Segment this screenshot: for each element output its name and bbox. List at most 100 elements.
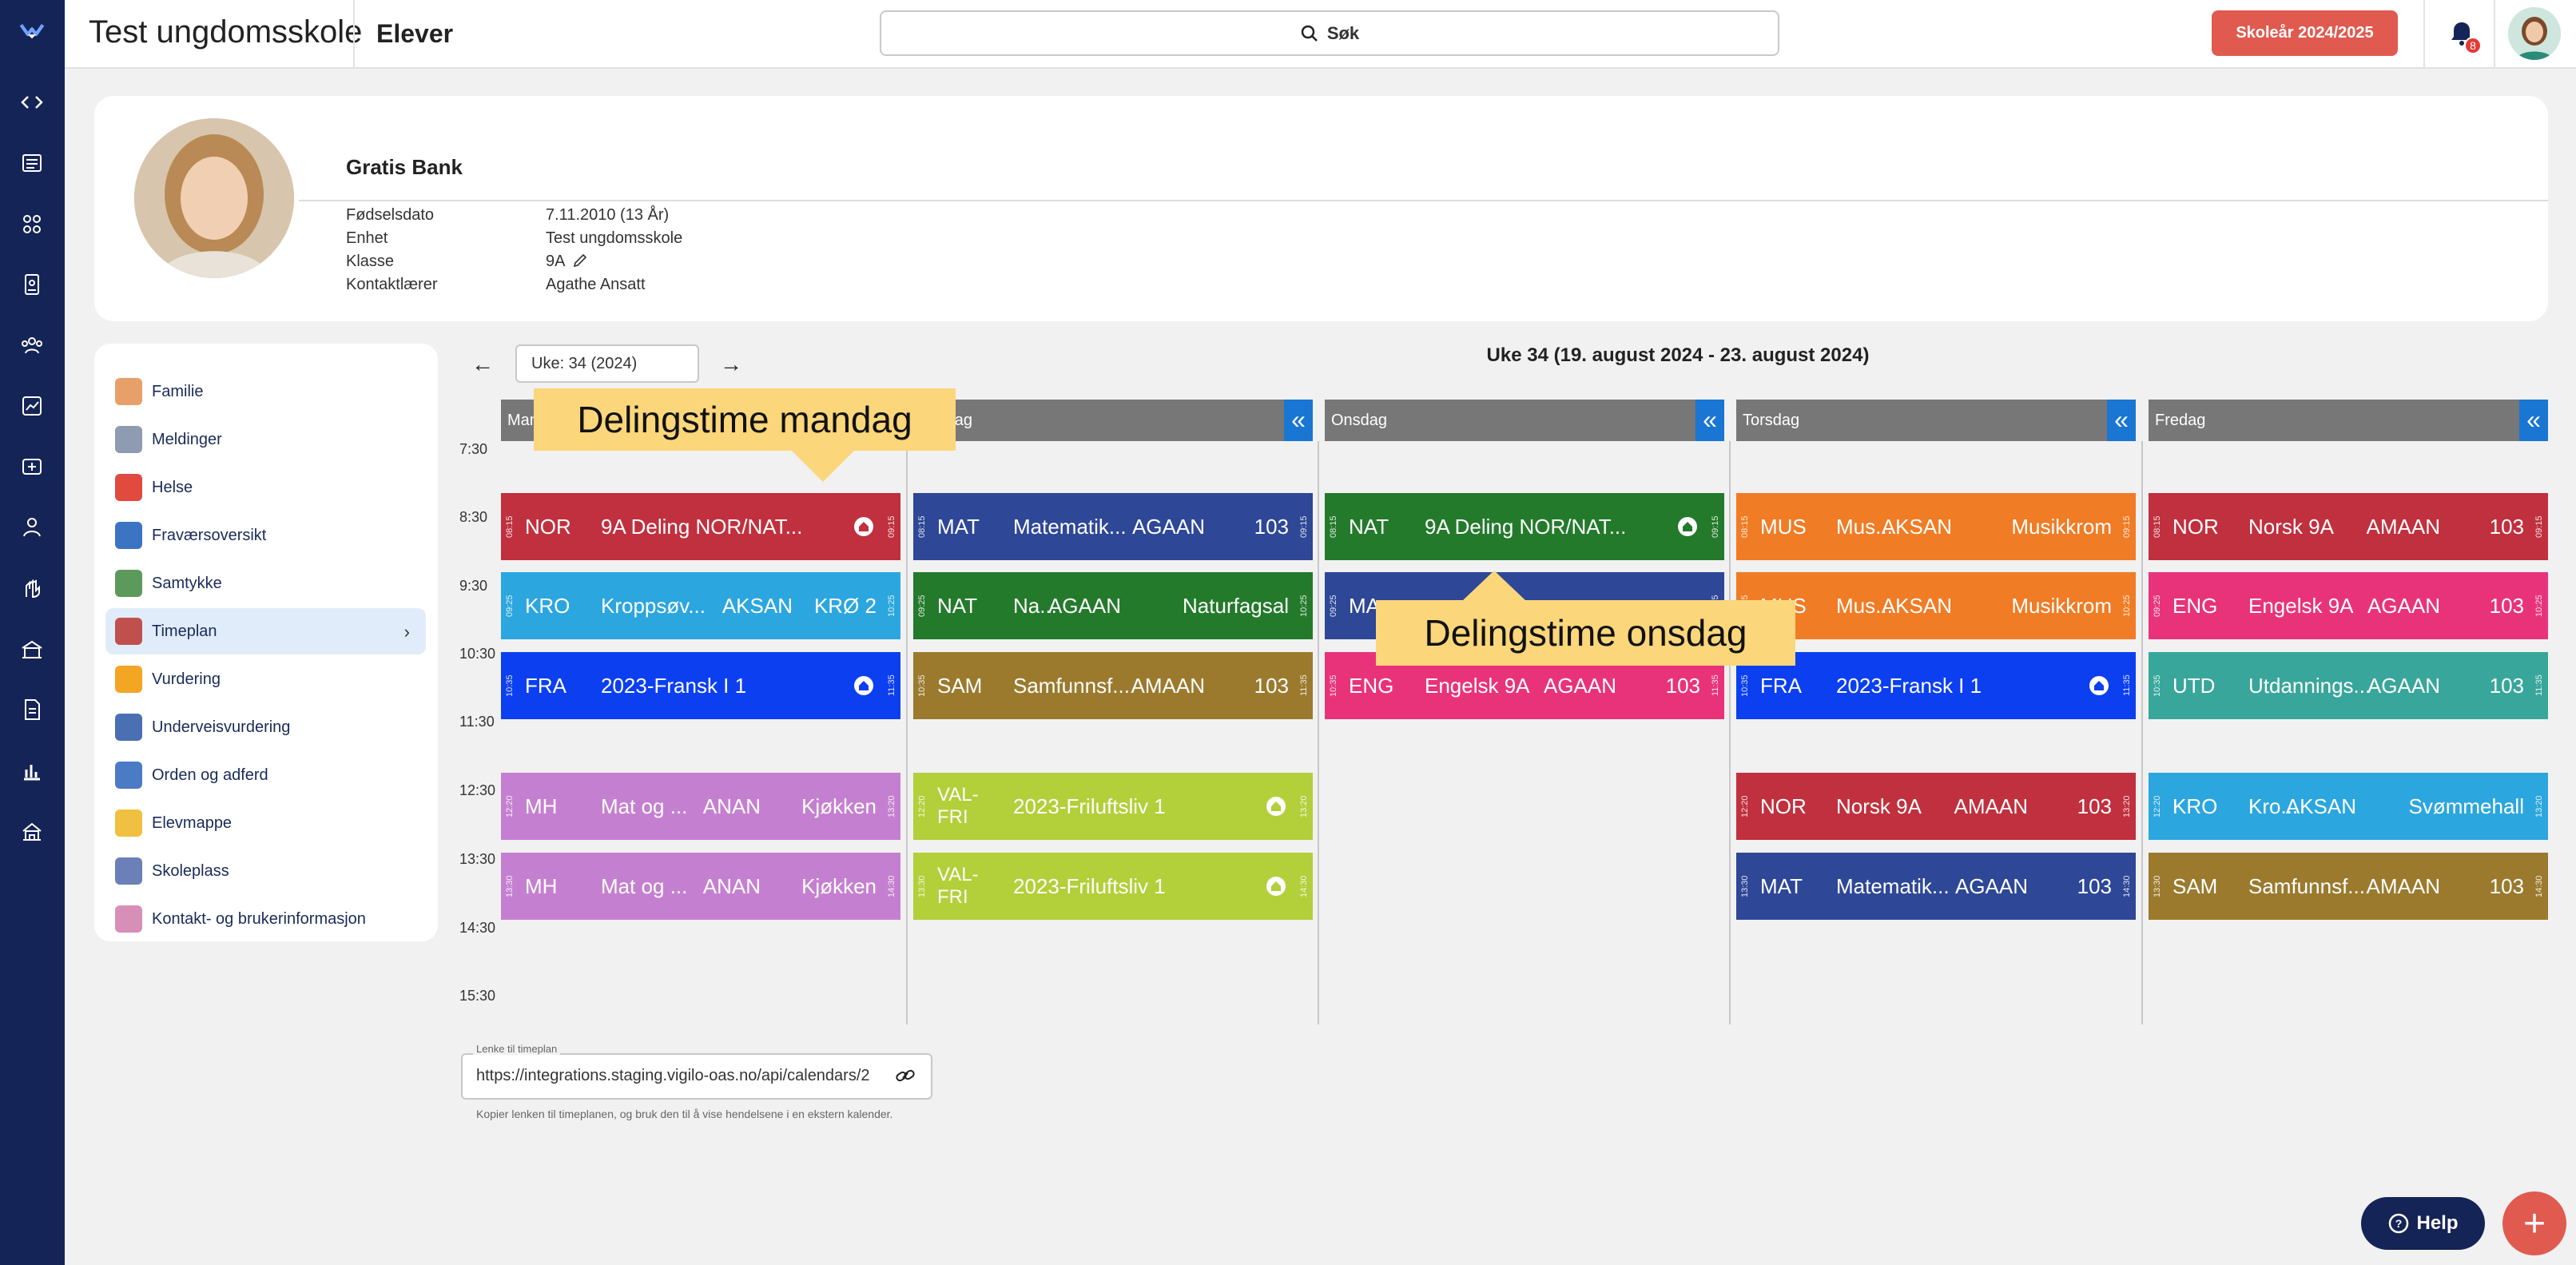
- menu-item-folder[interactable]: Elevmappe: [105, 800, 426, 846]
- lesson-block[interactable]: 09:25 10:25 KRO Kroppsøv... AKSAN KRØ 2: [501, 572, 900, 639]
- lesson-subject-code: SAM: [2173, 873, 2218, 898]
- menu-item-label: Skoleplass: [152, 861, 229, 880]
- health-rail-icon[interactable]: [16, 451, 48, 483]
- class-label: Klasse: [346, 253, 395, 270]
- menu-item-consent[interactable]: Samtykke: [105, 560, 426, 607]
- lesson-start-time: 10:35: [505, 674, 515, 697]
- lesson-block[interactable]: 12:20 13:20 KRO Kro... AKSAN Svømmehall: [2149, 773, 2548, 840]
- lesson-block[interactable]: 13:30 14:30 VAL-FRI 2023-Friluftsliv 1: [913, 853, 1313, 920]
- lesson-block[interactable]: 10:35 11:35 UTD Utdannings... AGAAN 103: [2149, 652, 2548, 719]
- menu-item-schedule[interactable]: Timeplan ›: [105, 608, 426, 654]
- collapse-day-icon[interactable]: «: [1695, 400, 1724, 441]
- lesson-block[interactable]: 13:30 14:30 MH Mat og ... ANAN Kjøkken: [501, 853, 900, 920]
- lesson-block[interactable]: 10:35 11:35 FRA 2023-Fransk I 1: [501, 652, 900, 719]
- user-avatar[interactable]: [2508, 7, 2561, 60]
- folder-icon: [115, 810, 142, 837]
- lesson-block[interactable]: 13:30 14:30 SAM Samfunnsf... AMAAN 103: [2149, 853, 2548, 920]
- student-photo: [134, 118, 294, 278]
- previous-week-arrow-icon[interactable]: ←: [467, 348, 499, 380]
- lesson-start-time: 08:15: [505, 515, 515, 538]
- lesson-end-time: 11:35: [2122, 674, 2132, 697]
- lesson-teacher: AMAAN: [1954, 794, 2028, 818]
- lesson-block[interactable]: 12:20 13:20 MH Mat og ... ANAN Kjøkken: [501, 773, 900, 840]
- menu-item-health[interactable]: Helse: [105, 464, 426, 511]
- add-fab-button[interactable]: +: [2502, 1191, 2566, 1255]
- lesson-room: 103: [2489, 673, 2524, 698]
- menu-item-school-place[interactable]: Skoleplass: [105, 848, 426, 894]
- statistics-icon[interactable]: [16, 754, 48, 786]
- lesson-block[interactable]: 08:15 09:15 MAT Matematik... AGAAN 103: [913, 493, 1313, 560]
- lesson-teacher: AGAAN: [1954, 873, 2028, 898]
- lesson-name: Engelsk 9A: [2248, 593, 2354, 618]
- lesson-block[interactable]: 12:20 13:20 VAL-FRI 2023-Friluftsliv 1: [913, 773, 1313, 840]
- day-header-onsdag: Onsdag: [1325, 400, 1695, 441]
- school-year-button[interactable]: Skoleår 2024/2025: [2212, 10, 2398, 56]
- lesson-subject-code: MUS: [1760, 514, 1807, 539]
- news-icon[interactable]: [16, 147, 48, 179]
- week-select-input[interactable]: Uke: 34 (2024): [515, 344, 699, 383]
- callout-wednesday-shared-lesson: Delingstime onsdag: [1376, 600, 1795, 666]
- next-week-arrow-icon[interactable]: →: [715, 348, 747, 380]
- search-input[interactable]: Søk: [880, 10, 1779, 56]
- lesson-block[interactable]: 09:25 10:25 ENG Engelsk 9A AGAAN 103: [2149, 572, 2548, 639]
- menu-item-assessment[interactable]: Underveisvurdering: [105, 704, 426, 750]
- lesson-block[interactable]: 08:15 09:15 NOR Norsk 9A AMAAN 103: [2149, 493, 2548, 560]
- lesson-block[interactable]: 08:15 09:15 NOR 9A Deling NOR/NAT...: [501, 493, 900, 560]
- lesson-start-time: 13:30: [1740, 875, 1750, 897]
- callout-wednesday-pointer: [1462, 571, 1526, 601]
- lesson-block[interactable]: 13:30 14:30 MAT Matematik... AGAAN 103: [1736, 853, 2136, 920]
- menu-item-label: Underveisvurdering: [152, 718, 291, 736]
- collapse-day-icon[interactable]: «: [2107, 400, 2136, 441]
- vigilo-logo-icon[interactable]: [16, 14, 48, 46]
- lesson-end-time: 10:25: [2122, 595, 2132, 617]
- lesson-name: 9A Deling NOR/NAT...: [601, 514, 803, 539]
- lesson-block[interactable]: 12:20 13:20 NOR Norsk 9A AMAAN 103: [1736, 773, 2136, 840]
- class-value-text: 9A: [546, 253, 565, 270]
- user-settings-icon[interactable]: [16, 511, 48, 543]
- lesson-name: Norsk 9A: [2248, 514, 2334, 539]
- lesson-end-time: 09:15: [2534, 515, 2544, 538]
- search-label: Søk: [1326, 22, 1360, 43]
- conduct-icon: [115, 762, 142, 789]
- lesson-block[interactable]: 10:35 11:35 SAM Samfunnsf... AMAAN 103: [913, 652, 1313, 719]
- collapse-day-icon[interactable]: «: [2519, 400, 2548, 441]
- document-icon[interactable]: [16, 694, 48, 726]
- organization-icon[interactable]: [16, 815, 48, 847]
- lesson-end-time: 09:15: [887, 515, 896, 538]
- menu-item-conduct[interactable]: Orden og adferd: [105, 752, 426, 798]
- badge-icon[interactable]: [16, 269, 48, 300]
- lesson-block[interactable]: 09:2510:25MUSMus...AKSANMusikkrom: [1736, 572, 2136, 639]
- menu-item-family[interactable]: Familie: [105, 368, 426, 415]
- help-button[interactable]: ? Help: [2361, 1197, 2485, 1250]
- edit-pencil-icon[interactable]: [572, 253, 588, 269]
- lesson-subject-code: NOR: [1760, 794, 1807, 818]
- help-question-icon: ?: [2389, 1213, 2409, 1234]
- menu-item-contact-info[interactable]: Kontakt- og brukerinformasjon: [105, 896, 426, 942]
- lesson-block[interactable]: 09:25 10:25 NAT Na... AGAAN Naturfagsal: [913, 572, 1313, 639]
- menu-item-award[interactable]: Vurdering: [105, 656, 426, 702]
- lesson-block[interactable]: 08:15 09:15 MUS Mus... AKSAN Musikkrom: [1736, 493, 2136, 560]
- school-icon[interactable]: [16, 633, 48, 665]
- reports-icon[interactable]: [16, 390, 48, 422]
- menu-item-label: Fraværsoversikt: [152, 526, 267, 544]
- student-name: Gratis Bank: [346, 155, 463, 179]
- lesson-block[interactable]: 08:15 09:15 NAT 9A Deling NOR/NAT...: [1325, 493, 1724, 560]
- lesson-end-time: 11:35: [1299, 674, 1309, 697]
- lesson-teacher: ANAN: [702, 873, 761, 898]
- lesson-subject-code: VAL-FRI: [937, 784, 979, 828]
- svg-text:?: ?: [2395, 1217, 2403, 1230]
- collapse-day-icon[interactable]: «: [1284, 400, 1313, 441]
- lesson-room: Musikkrom: [2011, 593, 2112, 618]
- unit-value: Test ungdomsskole: [546, 229, 683, 247]
- copy-link-icon[interactable]: [893, 1064, 917, 1088]
- time-label: 14:30: [459, 920, 496, 936]
- hand-icon[interactable]: [16, 572, 48, 604]
- time-label: 9:30: [459, 578, 488, 594]
- groups-icon[interactable]: [16, 208, 48, 240]
- lesson-block[interactable]: 10:35 11:35 FRA 2023-Fransk I 1: [1736, 652, 2136, 719]
- menu-item-envelope[interactable]: Meldinger: [105, 416, 426, 463]
- students-icon[interactable]: [16, 329, 48, 361]
- calendar-link-value[interactable]: https://integrations.staging.vigilo-oas.…: [476, 1067, 876, 1085]
- code-toggle-icon[interactable]: [16, 86, 48, 118]
- menu-item-absence[interactable]: Fraværsoversikt: [105, 512, 426, 559]
